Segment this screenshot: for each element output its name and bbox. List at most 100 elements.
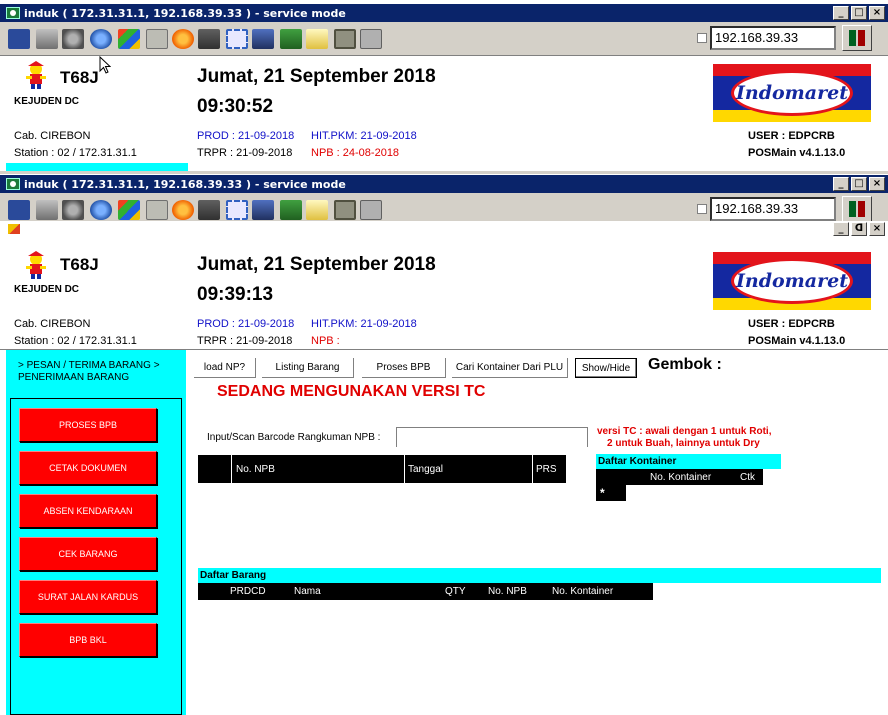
alert-icon[interactable]	[172, 29, 194, 49]
col-barang-no-kontainer[interactable]: No. Kontainer	[552, 586, 613, 597]
breadcrumb: > PESAN / TERIMA BARANG > PENERIMAAN BAR…	[18, 360, 178, 384]
display-icon[interactable]	[252, 29, 274, 49]
ip-checkbox[interactable]	[697, 33, 707, 43]
user-label: USER : EDPCRB	[748, 318, 835, 330]
drive-icon[interactable]	[146, 29, 168, 49]
prod-date: PROD : 21-09-2018	[197, 318, 295, 330]
col-barang-no-npb[interactable]: No. NPB	[488, 586, 527, 597]
windows-icon[interactable]	[36, 29, 58, 49]
hit-pkm-date: HIT.PKM: 21-09-2018	[311, 318, 417, 330]
app-eye-icon	[6, 178, 20, 190]
refresh-icon[interactable]	[90, 200, 112, 220]
chip-icon[interactable]	[334, 29, 356, 49]
window2-titlebar[interactable]: induk ( 172.31.31.1, 192.168.39.33 ) - s…	[0, 175, 888, 193]
store-code: T68J	[60, 68, 99, 87]
npb-grid-header: No. NPB Tanggal PRS	[198, 455, 566, 483]
drive-icon[interactable]	[146, 200, 168, 220]
status-flag-button[interactable]	[842, 196, 872, 222]
trpr-date: TRPR : 21-09-2018	[197, 147, 293, 159]
monitor-icon[interactable]	[8, 200, 30, 220]
mdi-minimize-button[interactable]: _	[833, 222, 849, 236]
dc-name: KEJUDEN DC	[14, 96, 80, 107]
flag-icon[interactable]	[118, 29, 140, 49]
download-icon[interactable]	[280, 200, 302, 220]
breadcrumb-line2: PENERIMAAN BARANG	[18, 372, 130, 383]
col-prs[interactable]: PRS	[536, 464, 557, 475]
header-time: 09:39:13	[197, 284, 274, 305]
dc-name: KEJUDEN DC	[14, 284, 80, 295]
refresh-icon[interactable]	[90, 29, 112, 49]
mascot-icon	[20, 58, 52, 90]
tab-load-np[interactable]: load NP?	[194, 358, 256, 378]
mdi-restore-button[interactable]: ᗡ	[851, 222, 867, 236]
flag-icon[interactable]	[118, 200, 140, 220]
col-no-kontainer[interactable]: No. Kontainer	[650, 472, 711, 483]
col-qty[interactable]: QTY	[445, 586, 466, 597]
ip-checkbox[interactable]	[697, 204, 707, 214]
minimize-button[interactable]: _	[833, 6, 849, 20]
col-ctk[interactable]: Ctk	[740, 472, 755, 483]
tc-note-line1: versi TC : awali dengan 1 untuk Roti,	[597, 426, 772, 437]
npb-date: NPB : 24-08-2018	[311, 147, 400, 159]
window1-titlebar[interactable]: induk ( 172.31.31.1, 192.168.39.33 ) - s…	[0, 4, 888, 22]
ip-field[interactable]: 192.168.39.33	[710, 26, 836, 50]
tools-icon[interactable]	[62, 29, 84, 49]
tab-listing-barang[interactable]: Listing Barang	[262, 358, 354, 378]
display-icon[interactable]	[252, 200, 274, 220]
cek-barang-button[interactable]: CEK BARANG	[19, 537, 157, 571]
fullscreen-icon[interactable]	[226, 29, 248, 49]
npb-barcode-input[interactable]	[396, 427, 588, 447]
user-label: USER : EDPCRB	[748, 130, 835, 142]
close-button[interactable]: ×	[869, 6, 885, 20]
station-label: Station : 02 / 172.31.31.1	[14, 335, 137, 347]
copy-icon[interactable]	[360, 29, 382, 49]
proses-bpb-button[interactable]: PROSES BPB	[19, 408, 157, 442]
window1-header: T68J KEJUDEN DC Jumat, 21 September 2018…	[8, 56, 886, 170]
kontainer-grid-header: No. Kontainer Ctk	[596, 469, 763, 485]
tc-note: versi TC : awali dengan 1 untuk Roti, 2 …	[597, 426, 797, 450]
store-code: T68J	[60, 255, 99, 274]
window1-sidebar-edge	[6, 163, 188, 171]
minimize-button[interactable]: _	[833, 177, 849, 191]
surat-jalan-kardus-button[interactable]: SURAT JALAN KARDUS	[19, 580, 157, 614]
bpb-bkl-button[interactable]: BPB BKL	[19, 623, 157, 657]
header-date: Jumat, 21 September 2018	[197, 254, 436, 275]
cetak-dokumen-button[interactable]: CETAK DOKUMEN	[19, 451, 157, 485]
window2-header: T68J KEJUDEN DC Jumat, 21 September 2018…	[8, 238, 886, 352]
windows-icon[interactable]	[36, 200, 58, 220]
new-row-marker: *	[600, 486, 605, 500]
mdi-close-button[interactable]: ×	[869, 222, 885, 236]
network-error-icon[interactable]	[198, 200, 220, 220]
absen-kendaraan-button[interactable]: ABSEN KENDARAAN	[19, 494, 157, 528]
copy-icon[interactable]	[360, 200, 382, 220]
ip-field[interactable]: 192.168.39.33	[710, 197, 836, 221]
indomaret-logo: Indomaret	[713, 252, 871, 310]
col-nama[interactable]: Nama	[294, 586, 321, 597]
col-no-npb[interactable]: No. NPB	[236, 464, 275, 475]
col-tanggal[interactable]: Tanggal	[408, 464, 443, 475]
tools-icon[interactable]	[62, 200, 84, 220]
hit-pkm-date: HIT.PKM: 21-09-2018	[311, 130, 417, 142]
alert-icon[interactable]	[172, 200, 194, 220]
note-icon[interactable]	[306, 29, 328, 49]
close-button[interactable]: ×	[869, 177, 885, 191]
tab-show-hide[interactable]: Show/Hide	[575, 358, 637, 378]
download-icon[interactable]	[280, 29, 302, 49]
version-notice: SEDANG MENGUNAKAN VERSI TC	[217, 383, 486, 400]
kontainer-new-row[interactable]: *	[596, 485, 626, 501]
maximize-button[interactable]: □	[851, 6, 867, 20]
app-eye-icon	[6, 7, 20, 19]
monitor-icon[interactable]	[8, 29, 30, 49]
fullscreen-icon[interactable]	[226, 200, 248, 220]
note-icon[interactable]	[306, 200, 328, 220]
logo-text: Indomaret	[731, 70, 853, 116]
sidebar-menu-panel: PROSES BPB CETAK DOKUMEN ABSEN KENDARAAN…	[10, 398, 182, 715]
tab-cari-kontainer[interactable]: Cari Kontainer Dari PLU	[452, 358, 568, 378]
tab-proses-bpb[interactable]: Proses BPB	[362, 358, 446, 378]
network-error-icon[interactable]	[198, 29, 220, 49]
col-prdcd[interactable]: PRDCD	[230, 586, 266, 597]
status-flag-button[interactable]	[842, 25, 872, 51]
maximize-button[interactable]: □	[851, 177, 867, 191]
chip-icon[interactable]	[334, 200, 356, 220]
npb-date: NPB :	[311, 335, 340, 347]
